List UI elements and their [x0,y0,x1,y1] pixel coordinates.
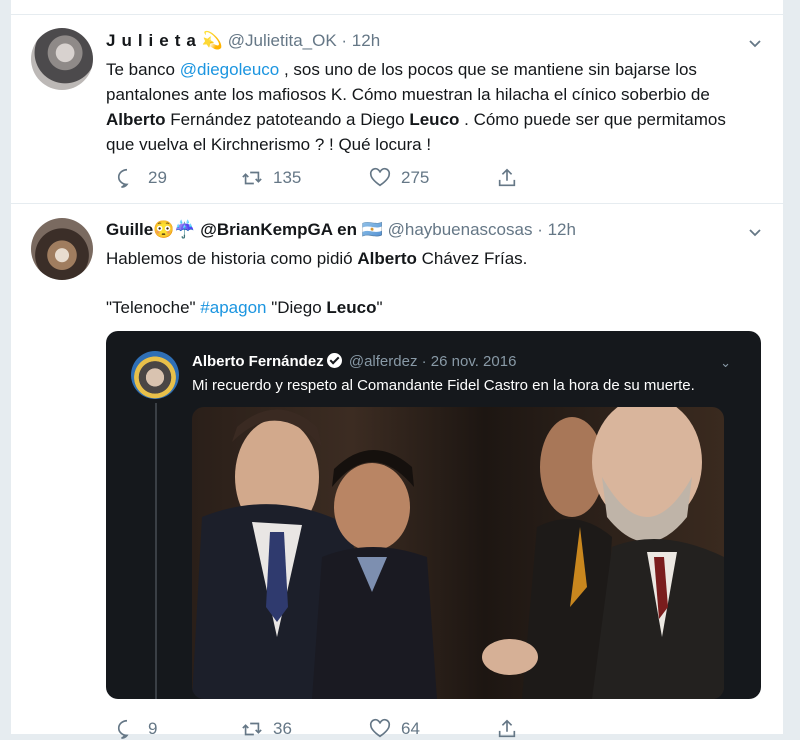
tweet-header: Julieta💫 @Julietita_OK · 12h [106,31,380,51]
hashtag-link[interactable]: #apagon [200,298,266,317]
like-count: 275 [401,168,430,187]
user-handle[interactable]: @Julietita_OK [228,31,337,50]
quoted-name: Alberto Fernández [192,353,324,370]
reply-button[interactable]: 9 [116,718,157,740]
retweet-button[interactable]: 135 [241,167,301,189]
quoted-tweet-screenshot[interactable]: Alberto Fernández @alferdez · 26 nov. 20… [106,331,761,699]
quoted-date: · 26 nov. 2016 [421,353,517,370]
mention-link[interactable]: @diegoleuco [180,60,280,79]
highlight: Leuco [409,110,460,129]
thread-line [155,403,157,699]
user-handle[interactable]: @haybuenascosas [388,220,533,239]
timestamp[interactable]: · 12h [341,31,380,50]
share-button[interactable] [496,718,518,740]
quoted-text: Mi recuerdo y respeto al Comandante Fide… [192,377,695,394]
like-count: 64 [401,719,420,738]
reply-button[interactable]: 29 [116,167,167,189]
retweet-icon [242,171,262,185]
tweet-text-line1: Hablemos de historia como pidió Alberto … [106,246,756,271]
tweet-julieta[interactable]: Julieta💫 @Julietita_OK · 12h Te banco @d… [11,15,783,204]
highlight: Leuco [326,298,377,317]
share-icon [498,168,516,187]
display-name[interactable]: Guille😳☔ @BrianKempGA en 🇦🇷 [106,220,383,239]
face-middle [334,463,410,551]
heart-icon [369,167,391,187]
reply-icon [118,719,129,739]
avatar[interactable] [31,218,93,280]
reply-count: 9 [148,719,158,738]
tweet-guille[interactable]: Guille😳☔ @BrianKempGA en 🇦🇷 @haybuenasco… [11,204,783,740]
like-button[interactable]: 64 [369,718,420,740]
text-part: Hablemos de historia como pidió [106,249,358,268]
chevron-down-icon[interactable] [747,224,763,240]
retweet-count: 135 [273,168,302,187]
quoted-handle: @alferdez [348,353,418,370]
share-button[interactable] [496,167,518,189]
tweet-actions: 9 36 64 [106,718,526,740]
highlight: Alberto [357,249,417,268]
retweet-button[interactable]: 36 [241,718,292,740]
retweet-icon [242,722,262,736]
emoji: 💫 [201,31,224,50]
verified-badge-icon [326,353,342,368]
quoted-header: Alberto Fernández @alferdez · 26 nov. 20… [192,353,516,370]
avatar[interactable] [31,28,93,90]
text-part: "Diego [266,298,327,317]
quoted-photo [192,407,724,699]
quoted-avatar [131,351,179,399]
previous-tweet-edge [11,0,783,15]
retweet-count: 36 [273,719,292,738]
text-part: " [376,298,383,317]
like-button[interactable]: 275 [369,167,429,189]
highlight: Alberto [106,110,166,129]
timestamp[interactable]: · 12h [537,220,576,239]
reply-count: 29 [148,168,167,187]
tweet-text: Te banco @diegoleuco , sos uno de los po… [106,57,756,157]
tweet-text-line2: "Telenoche" #apagon "Diego Leuco" [106,295,756,320]
tweet-header: Guille😳☔ @BrianKempGA en 🇦🇷 @haybuenasco… [106,220,576,240]
text-part: Te banco [106,60,180,79]
tweet-actions: 29 135 275 [106,167,526,191]
text-part: "Telenoche" [106,298,201,317]
heart-icon [369,718,391,738]
share-icon [498,719,516,738]
reply-icon [118,168,129,188]
chevron-down-icon: ⌄ [720,355,731,370]
text-part: Chávez Frías. [416,249,528,268]
text-part: Fernández patoteando a Diego [165,110,410,129]
display-name[interactable]: Julieta [106,31,202,50]
chevron-down-icon[interactable] [747,35,763,51]
timeline: Julieta💫 @Julietita_OK · 12h Te banco @d… [10,0,784,739]
handshake [482,639,538,675]
photo-scene [192,407,724,699]
